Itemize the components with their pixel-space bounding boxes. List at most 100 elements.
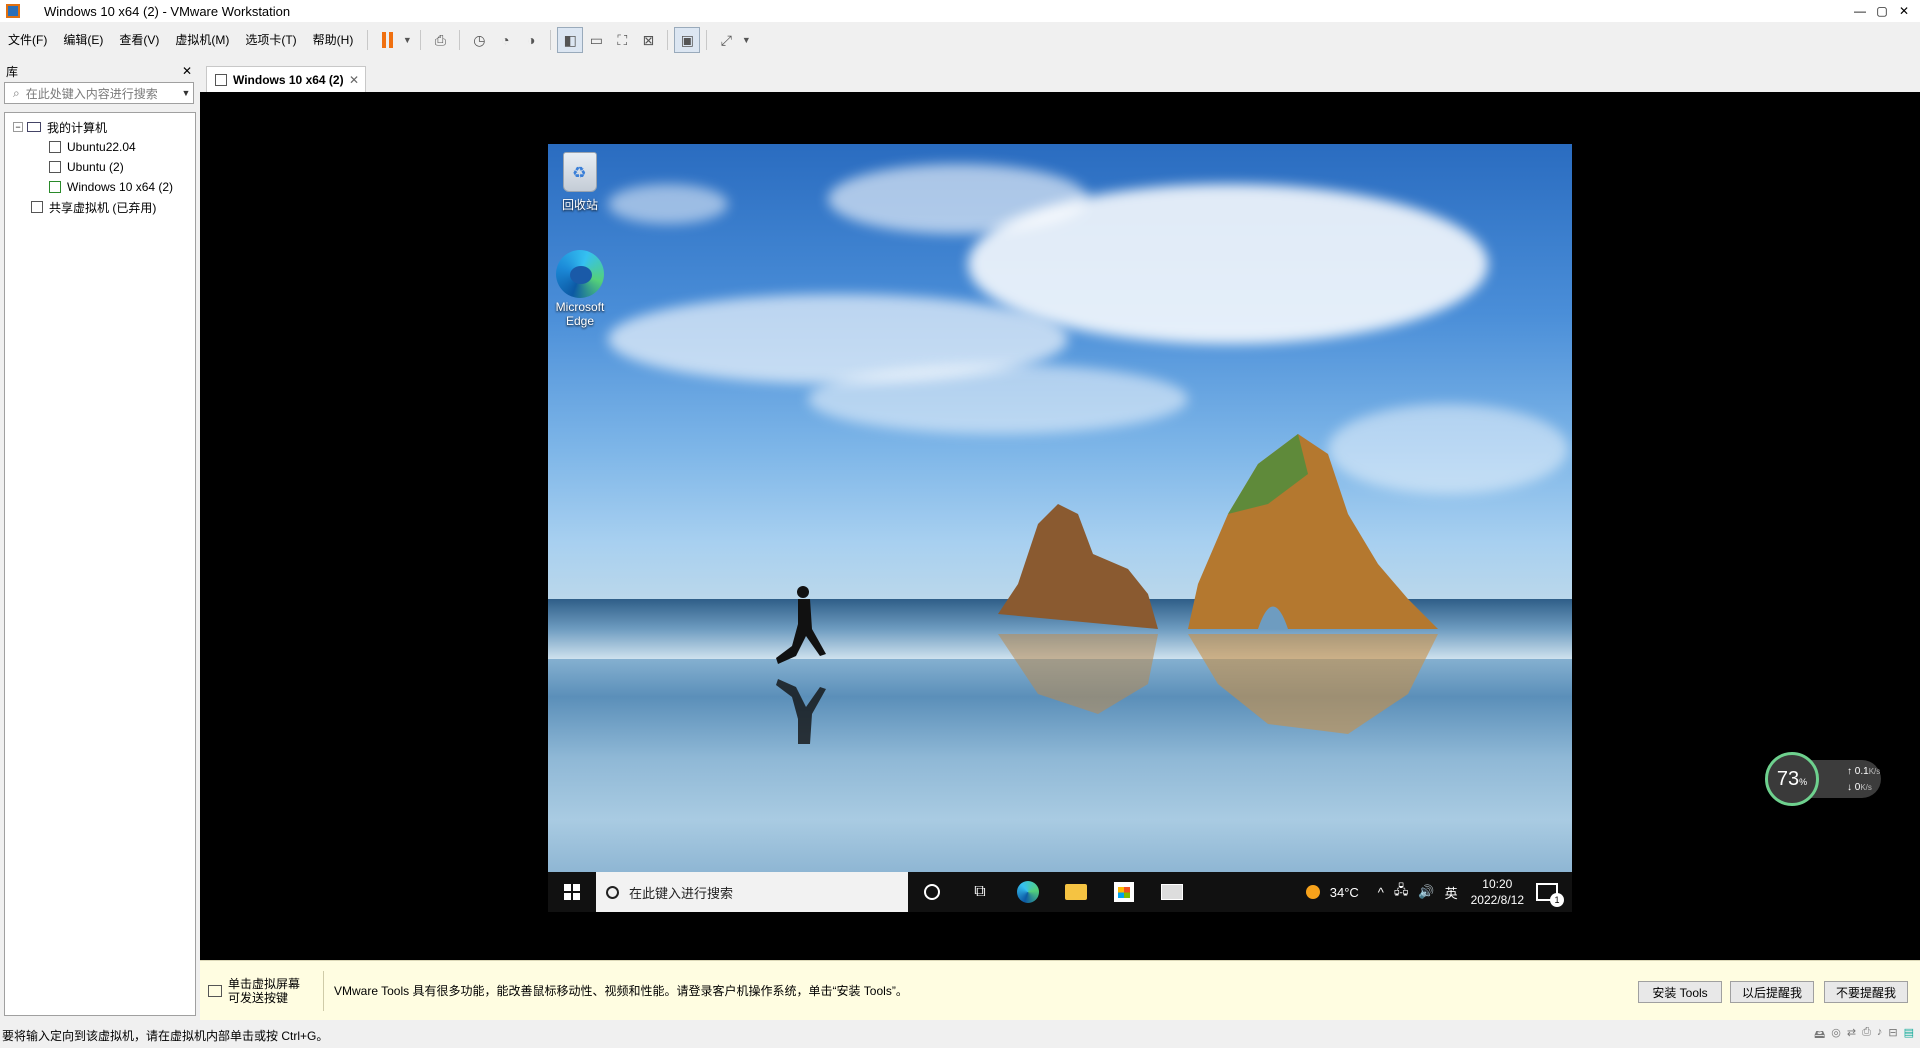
stretch-guest-icon[interactable]: ⤢	[713, 27, 739, 53]
snapshot-icon[interactable]: ◷	[466, 27, 492, 53]
weather-temp[interactable]: 34°C	[1330, 885, 1359, 900]
library-search-input[interactable]: ⌕ 在此处键入内容进行搜索 ▼	[4, 82, 194, 104]
weather-sun-icon[interactable]	[1305, 885, 1320, 899]
tree-label: 共享虚拟机 (已弃用)	[49, 200, 157, 215]
menu-view[interactable]: 查看(V)	[111, 25, 167, 55]
tree-my-computer[interactable]: − 我的计算机	[5, 117, 195, 137]
taskbar-clock[interactable]: 10:20 2022/8/12	[1471, 876, 1524, 908]
tree-item-vm[interactable]: Ubuntu22.04	[5, 137, 195, 157]
library-close-button[interactable]: ✕	[182, 64, 192, 78]
message-log-icon[interactable]: ▤	[1904, 1026, 1914, 1045]
library-tree: − 我的计算机 Ubuntu22.04 Ubuntu (2) Windows 1…	[4, 112, 196, 1016]
tree-item-vm-running[interactable]: Windows 10 x64 (2)	[5, 177, 195, 197]
vmware-window: Windows 10 x64 (2) - VMware Workstation …	[0, 0, 1920, 1048]
power-dropdown[interactable]: ▼	[400, 27, 414, 53]
revert-snapshot-icon[interactable]: ◔	[492, 27, 518, 53]
close-button[interactable]: ✕	[1890, 0, 1918, 22]
tree-item-vm[interactable]: Ubuntu (2)	[5, 157, 195, 177]
tree-shared-vms[interactable]: 共享虚拟机 (已弃用)	[5, 197, 195, 217]
tab-windows10[interactable]: Windows 10 x64 (2) ✕	[206, 66, 366, 92]
menu-help[interactable]: 帮助(H)	[305, 25, 362, 55]
cd-icon[interactable]: ◎	[1831, 1026, 1841, 1045]
computer-icon	[27, 122, 41, 132]
install-tools-button[interactable]: 安装 Tools	[1638, 981, 1722, 1003]
taskbar-mail[interactable]	[1148, 872, 1196, 912]
hint-left-line1: 单击虚拟屏幕	[228, 976, 301, 991]
wallpaper-rocks	[998, 434, 1438, 734]
sound-card-icon[interactable]: ♪	[1877, 1026, 1883, 1045]
tab-bar: Windows 10 x64 (2) ✕	[200, 60, 1920, 92]
library-panel: 库 ✕ ⌕ 在此处键入内容进行搜索 ▼ − 我的计算机 Ubuntu22.04 …	[0, 60, 198, 1020]
stretch-dropdown[interactable]: ▼	[739, 27, 753, 53]
hint-message: VMware Tools 具有很多功能，能改善鼠标移动性、视频和性能。请登录客户…	[334, 984, 908, 998]
tree-label: 我的计算机	[47, 120, 108, 135]
tab-close-icon[interactable]: ✕	[349, 73, 359, 87]
click-to-send-keys[interactable]: 单击虚拟屏幕 可发送按键	[200, 970, 324, 1011]
chevron-up-icon[interactable]: ^	[1378, 885, 1384, 900]
thumbnail-bar-icon[interactable]: ▭	[583, 27, 609, 53]
download-speed: ↓ 0K/s	[1847, 782, 1872, 793]
tree-label: Ubuntu (2)	[67, 160, 124, 174]
vm-icon	[215, 73, 227, 86]
upload-speed: ↑ 0.1K/s	[1847, 766, 1881, 777]
unity-icon[interactable]: ⊠	[635, 27, 661, 53]
tree-label: Ubuntu22.04	[67, 140, 136, 154]
ime-indicator[interactable]: 英	[1445, 883, 1458, 902]
menu-vm[interactable]: 虚拟机(M)	[167, 25, 237, 55]
gauge-unit: %	[1799, 777, 1808, 787]
usb-icon[interactable]: ⊟	[1888, 1026, 1897, 1045]
chevron-down-icon[interactable]: ▼	[179, 88, 193, 98]
pause-icon	[381, 32, 393, 48]
window-title: Windows 10 x64 (2) - VMware Workstation	[44, 3, 291, 19]
task-view-button[interactable]: ⧉	[956, 872, 1004, 912]
guest-desktop[interactable]: 回收站 Microsoft Edge 在此键入进行搜索 ⧉	[548, 144, 1572, 912]
action-center-icon[interactable]: 1	[1536, 883, 1564, 907]
menu-file[interactable]: 文件(F)	[0, 25, 55, 55]
remind-later-button[interactable]: 以后提醒我	[1730, 981, 1814, 1003]
notification-count: 1	[1550, 893, 1564, 907]
device-icons: 🖴 ◎ ⇄ ⎙ ♪ ⊟ ▤	[1814, 1026, 1914, 1045]
send-ctrl-alt-del-icon[interactable]: ⎙	[427, 27, 453, 53]
menu-toolbar: 文件(F) 编辑(E) 查看(V) 虚拟机(M) 选项卡(T) 帮助(H) ▼ …	[0, 25, 1920, 55]
status-bar: 要将输入定向到该虚拟机，请在虚拟机内部单击或按 Ctrl+G。 🖴 ◎ ⇄ ⎙ …	[0, 1022, 1920, 1048]
taskbar-store[interactable]	[1100, 872, 1148, 912]
network-adapter-icon[interactable]: ⇄	[1847, 1026, 1856, 1045]
system-tray: 34°C ^ 🖧 🔊 英 10:20 2022/8/12 1	[1305, 872, 1572, 912]
search-icon	[606, 885, 619, 899]
menu-edit[interactable]: 编辑(E)	[55, 25, 111, 55]
console-view-icon[interactable]: ▣	[674, 27, 701, 53]
keyboard-icon	[208, 984, 222, 997]
full-screen-icon[interactable]: ⛶	[609, 27, 635, 53]
taskbar-edge[interactable]	[1004, 872, 1052, 912]
taskbar-file-explorer[interactable]	[1052, 872, 1100, 912]
show-library-icon[interactable]: ◧	[557, 27, 584, 53]
tree-label: Windows 10 x64 (2)	[67, 180, 174, 194]
hint-left-line2: 可发送按键	[228, 990, 289, 1005]
tab-label: Windows 10 x64 (2)	[233, 72, 344, 87]
desktop-icon-label: 回收站	[561, 198, 598, 212]
start-button[interactable]	[548, 872, 596, 912]
edge-icon	[556, 250, 604, 298]
volume-icon[interactable]: 🔊	[1418, 884, 1434, 900]
pause-button[interactable]	[374, 27, 400, 53]
toolbar-separator	[706, 30, 708, 50]
hard-disk-icon[interactable]: 🖴	[1814, 1026, 1825, 1045]
desktop-icon-edge[interactable]: Microsoft Edge	[548, 250, 616, 328]
printer-icon[interactable]: ⎙	[1862, 1026, 1871, 1045]
network-icon[interactable]: 🖧	[1394, 881, 1409, 903]
snapshot-manager-icon[interactable]: ◑	[518, 27, 544, 53]
library-title: 库	[6, 64, 19, 79]
collapse-icon[interactable]: −	[13, 122, 23, 132]
desktop-icon-recycle-bin[interactable]: 回收站	[548, 152, 616, 213]
never-remind-button[interactable]: 不要提醒我	[1824, 981, 1908, 1003]
shared-vm-icon	[31, 201, 43, 213]
vm-console[interactable]: 回收站 Microsoft Edge 在此键入进行搜索 ⧉	[200, 92, 1920, 960]
wallpaper-runner	[776, 586, 826, 744]
cortana-button[interactable]	[908, 872, 956, 912]
net-speed-widget[interactable]: ↑ 0.1K/s ↓ 0K/s 73%	[1765, 752, 1885, 806]
clock-date: 2022/8/12	[1470, 893, 1524, 907]
memory-gauge: 73%	[1765, 752, 1819, 806]
taskbar-search-box[interactable]: 在此键入进行搜索	[596, 872, 908, 912]
menu-tabs[interactable]: 选项卡(T)	[237, 25, 304, 55]
task-view-icon: ⧉	[974, 883, 986, 900]
